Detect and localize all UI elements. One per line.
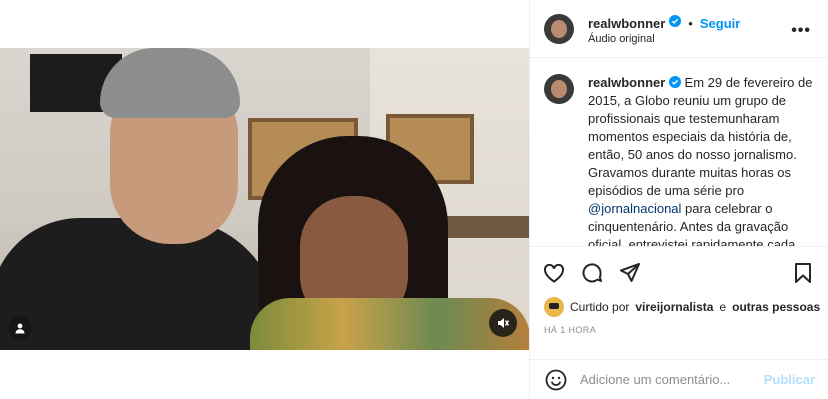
liker-username[interactable]: vireijornalista <box>635 300 713 314</box>
follow-button[interactable]: Seguir <box>700 16 740 31</box>
share-icon[interactable] <box>618 261 642 285</box>
publish-button[interactable]: Publicar <box>764 372 815 387</box>
caption-mention-link[interactable]: @jornalnacional <box>588 201 681 216</box>
caption-text: Em 29 de fevereiro de 2015, a Globo reun… <box>588 75 813 198</box>
post-video[interactable] <box>0 48 529 350</box>
header-user: realwbonner • Seguir <box>588 14 740 32</box>
likes-prefix: Curtido por <box>570 300 630 314</box>
comment-input[interactable] <box>580 372 760 387</box>
post-header: realwbonner • Seguir Áudio original ••• <box>530 0 828 58</box>
bookmark-icon[interactable] <box>791 261 815 285</box>
likes-connector: e <box>719 300 727 314</box>
likes-others-link[interactable]: outras pessoas <box>732 300 820 314</box>
avatar[interactable] <box>544 297 564 317</box>
avatar[interactable] <box>544 74 574 104</box>
separator-dot: • <box>688 15 693 31</box>
user-tag-icon[interactable] <box>8 316 32 340</box>
likes-summary: Curtido por vireijornalista e outras pes… <box>544 297 820 317</box>
audio-label[interactable]: Áudio original <box>588 33 655 45</box>
username-link[interactable]: realwbonner <box>588 16 665 31</box>
emoji-icon[interactable] <box>544 368 568 397</box>
caption-username[interactable]: realwbonner <box>588 75 665 90</box>
person-shirt <box>0 218 280 350</box>
comment-icon[interactable] <box>580 261 604 285</box>
heart-icon[interactable] <box>542 261 566 285</box>
person-blouse <box>250 298 529 350</box>
more-icon[interactable]: ••• <box>791 22 811 40</box>
action-icons <box>542 261 642 285</box>
avatar[interactable] <box>544 14 574 44</box>
post-timestamp[interactable]: HÁ 1 HORA <box>544 325 596 335</box>
comment-bar: Publicar <box>530 359 828 399</box>
caption-area: realwbonner Em 29 de fevereiro de 2015, … <box>530 58 828 246</box>
post-sidebar: realwbonner • Seguir Áudio original ••• … <box>529 0 828 399</box>
post-actions: Curtido por vireijornalista e outras pes… <box>530 246 828 399</box>
person-hair <box>100 48 240 118</box>
post-caption: realwbonner Em 29 de fevereiro de 2015, … <box>588 74 818 246</box>
verified-icon <box>669 14 682 32</box>
mute-icon[interactable] <box>489 309 517 337</box>
verified-icon <box>668 75 681 90</box>
